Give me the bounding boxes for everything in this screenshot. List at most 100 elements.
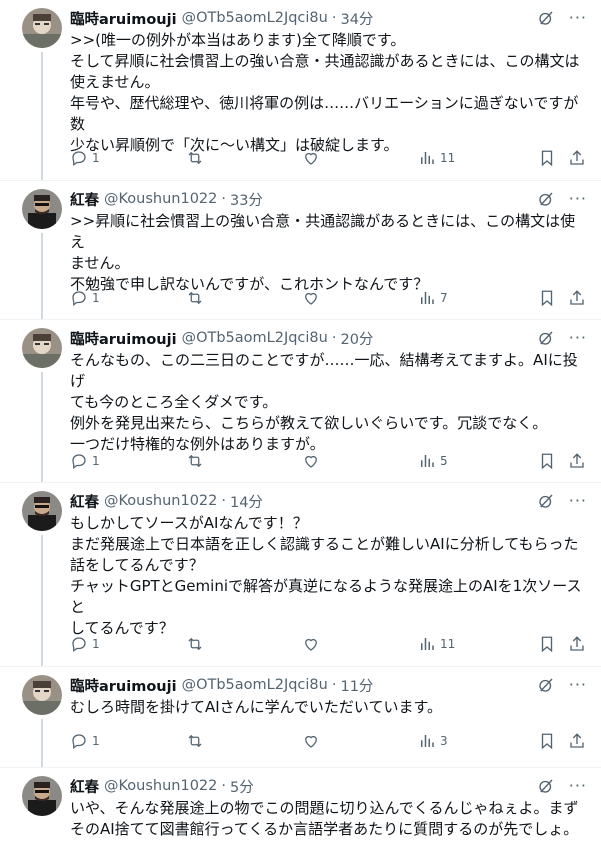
share-button[interactable]: [568, 147, 586, 169]
reply-icon: [72, 454, 86, 470]
views-button[interactable]: 7: [418, 287, 448, 309]
share-button[interactable]: [568, 730, 586, 752]
timestamp[interactable]: 14分: [230, 491, 263, 512]
user-handle[interactable]: @OTb5aomL2Jqci8u: [182, 677, 328, 693]
separator-dot: ·: [221, 778, 226, 794]
like-button[interactable]: [302, 730, 320, 752]
tweet-line: むしろ時間を掛けてAIさんに学んでいただいています。: [70, 698, 442, 716]
timestamp[interactable]: 33分: [230, 189, 263, 210]
user-handle[interactable]: @OTb5aomL2Jqci8u: [182, 10, 328, 26]
bookmark-button[interactable]: [538, 450, 556, 472]
like-button[interactable]: [302, 147, 320, 169]
views-button[interactable]: 5: [418, 450, 448, 472]
more-icon[interactable]: ···: [569, 8, 587, 28]
like-button[interactable]: [302, 633, 320, 655]
separator-dot: ·: [331, 330, 337, 346]
like-button[interactable]: [302, 287, 320, 309]
tweet-text: もしかしてソースがAIなんです！？ まだ発展途上で日本語を正しく認識することが難…: [70, 513, 587, 639]
share-icon: [570, 453, 584, 468]
reply-button[interactable]: 1: [70, 633, 100, 655]
avatar[interactable]: [22, 189, 62, 229]
bookmark-icon: [541, 150, 553, 167]
bookmark-icon: [541, 453, 553, 470]
separator-dot: ·: [221, 493, 226, 509]
views-count: 5: [440, 454, 448, 468]
avatar[interactable]: [22, 491, 62, 531]
display-name[interactable]: 紅春: [70, 491, 99, 512]
views-count: 11: [440, 637, 456, 651]
display-name[interactable]: 臨時aruimouji: [70, 675, 177, 696]
share-button[interactable]: [568, 450, 586, 472]
display-name[interactable]: 臨時aruimouji: [70, 328, 177, 349]
tweet[interactable]: 紅春 @Koushun1022 · 5分 ··· いや、そんな発展途上の物でこの…: [0, 768, 601, 848]
share-button[interactable]: [568, 633, 586, 655]
tweet[interactable]: 臨時aruimouji @OTb5aomL2Jqci8u · 11分 ··· む…: [0, 667, 601, 768]
grok-icon[interactable]: [537, 190, 555, 208]
user-handle[interactable]: @OTb5aomL2Jqci8u: [182, 330, 328, 346]
views-icon: [421, 292, 434, 304]
timestamp[interactable]: 34分: [340, 8, 373, 29]
reply-icon: [72, 637, 86, 653]
reply-button[interactable]: 1: [70, 730, 100, 752]
tweet[interactable]: 紅春 @Koushun1022 · 14分 ··· もしかしてソースがAIなんで…: [0, 483, 601, 667]
bookmark-button[interactable]: [538, 730, 556, 752]
retweet-icon: [188, 454, 202, 468]
display-name[interactable]: 紅春: [70, 189, 99, 210]
reply-icon: [72, 291, 86, 307]
grok-icon[interactable]: [537, 492, 555, 510]
share-icon: [570, 636, 584, 651]
bookmark-button[interactable]: [538, 147, 556, 169]
bookmark-button[interactable]: [538, 633, 556, 655]
tweet-line: ても今のところ全くダメです。: [70, 393, 278, 411]
reply-button[interactable]: 1: [70, 147, 100, 169]
more-icon[interactable]: ···: [569, 189, 587, 209]
timestamp[interactable]: 20分: [340, 328, 373, 349]
action-bar: 1 11: [70, 633, 587, 655]
grok-icon[interactable]: [537, 9, 555, 27]
views-button[interactable]: 3: [418, 730, 448, 752]
more-icon[interactable]: ···: [569, 328, 587, 348]
avatar[interactable]: [22, 8, 62, 48]
more-icon[interactable]: ···: [569, 491, 587, 511]
more-icon[interactable]: ···: [569, 776, 587, 796]
avatar[interactable]: [22, 328, 62, 368]
user-handle[interactable]: @Koushun1022: [104, 191, 217, 207]
bookmark-button[interactable]: [538, 287, 556, 309]
retweet-icon: [188, 151, 202, 165]
retweet-button[interactable]: [186, 287, 204, 309]
tweet-text: >>昇順に社会慣習上の強い合意・共通認識があるときには、この構文は使え ません。…: [70, 211, 587, 295]
reply-button[interactable]: 1: [70, 450, 100, 472]
bookmark-icon: [541, 290, 553, 307]
reply-icon: [72, 151, 86, 167]
like-button[interactable]: [302, 450, 320, 472]
user-handle[interactable]: @Koushun1022: [104, 493, 217, 509]
avatar[interactable]: [22, 675, 62, 715]
display-name[interactable]: 臨時aruimouji: [70, 8, 177, 29]
share-icon: [570, 290, 584, 305]
retweet-button[interactable]: [186, 633, 204, 655]
views-button[interactable]: 11: [418, 147, 455, 169]
tweet-line: もしかしてソースがAIなんです！？: [70, 514, 308, 532]
display-name[interactable]: 紅春: [70, 776, 99, 797]
views-button[interactable]: 11: [418, 633, 455, 655]
like-icon: [305, 735, 317, 748]
share-button[interactable]: [568, 287, 586, 309]
grok-icon[interactable]: [537, 777, 555, 795]
avatar[interactable]: [22, 776, 62, 816]
tweet[interactable]: 紅春 @Koushun1022 · 33分 ··· >>昇順に社会慣習上の強い合…: [0, 181, 601, 320]
more-icon[interactable]: ···: [569, 675, 587, 695]
tweet[interactable]: 臨時aruimouji @OTb5aomL2Jqci8u · 34分 ··· >…: [0, 0, 601, 181]
grok-icon[interactable]: [537, 329, 555, 347]
tweet-line: チャットGPTとGeminiで解答が真逆になるような発展途上のAIを1次ソースと: [70, 577, 582, 616]
retweet-button[interactable]: [186, 450, 204, 472]
retweet-button[interactable]: [186, 730, 204, 752]
tweet-line: そのAI捨てて図書館行ってくるか言語学者あたりに質問するのが先でしょ。: [70, 820, 579, 838]
grok-icon[interactable]: [537, 676, 555, 694]
tweet[interactable]: 臨時aruimouji @OTb5aomL2Jqci8u · 20分 ··· そ…: [0, 320, 601, 483]
retweet-button[interactable]: [186, 147, 204, 169]
user-handle[interactable]: @Koushun1022: [104, 778, 217, 794]
timestamp[interactable]: 5分: [230, 776, 254, 797]
reply-button[interactable]: 1: [70, 287, 100, 309]
thread-connector-line: [41, 719, 43, 767]
timestamp[interactable]: 11分: [340, 675, 373, 696]
